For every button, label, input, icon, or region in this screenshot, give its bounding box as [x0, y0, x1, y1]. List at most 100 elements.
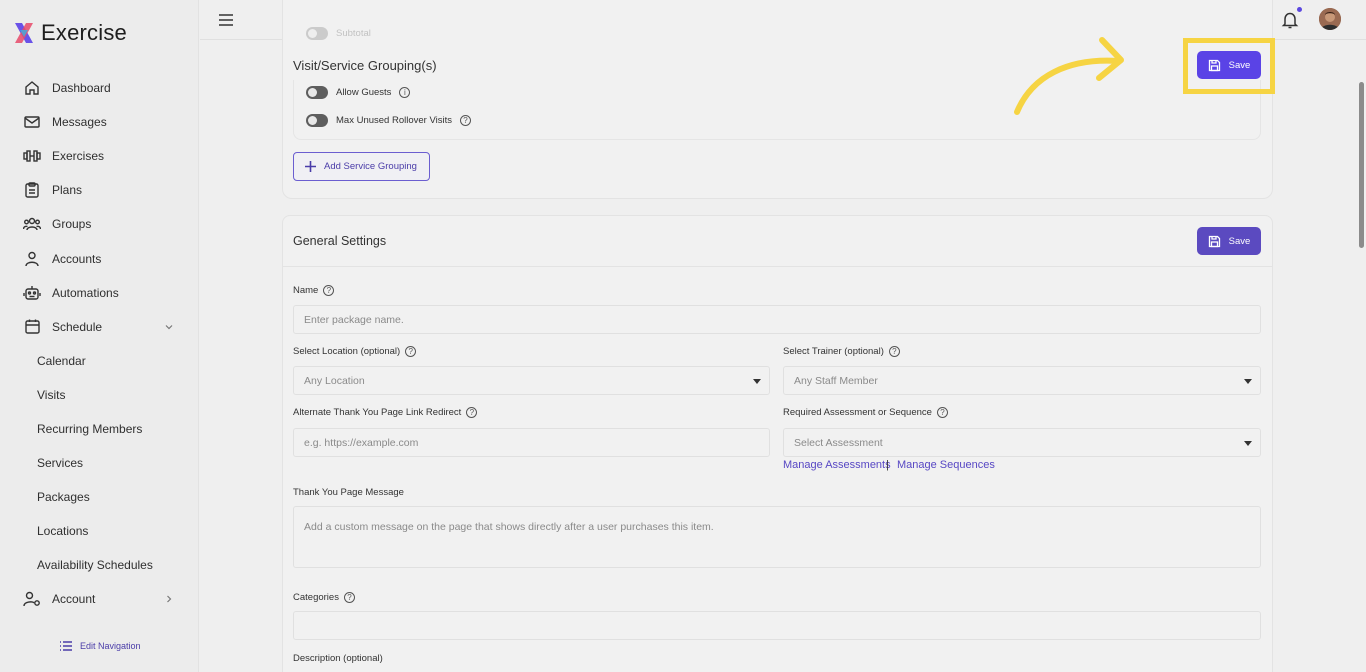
sidebar-item-label: Exercises [52, 149, 105, 164]
dumbbell-icon [23, 147, 41, 165]
categories-input[interactable] [293, 611, 1261, 640]
save-button-general[interactable]: Save [1197, 227, 1261, 255]
thank-you-message-textarea[interactable]: Add a custom message on the page that sh… [293, 506, 1261, 568]
max-rollover-toggle[interactable] [306, 114, 328, 127]
sidebar-item-label: Availability Schedules [37, 558, 153, 573]
allow-guests-row: Allow Guests i [306, 86, 411, 99]
location-label-text: Select Location (optional) [293, 346, 401, 357]
redirect-label: Alternate Thank You Page Link Redirect ? [293, 407, 478, 418]
manage-assessments-link[interactable]: Manage Assessments [783, 459, 891, 471]
brand-name: Exercise [41, 20, 127, 45]
caret-down-icon [1244, 379, 1252, 384]
allow-guests-toggle[interactable] [306, 86, 328, 99]
assessment-select-value: Select Assessment [794, 436, 883, 449]
subtotal-toggle[interactable] [306, 27, 328, 40]
thank-you-label-text: Thank You Page Message [293, 487, 404, 498]
bell-icon[interactable] [1280, 10, 1300, 30]
sidebar-item-label: Dashboard [52, 81, 111, 96]
assessment-select[interactable]: Select Assessment [783, 428, 1261, 457]
general-settings-title: General Settings [293, 234, 387, 248]
sidebar-item-label: Packages [37, 490, 90, 505]
trainer-label: Select Trainer (optional) ? [783, 346, 900, 357]
sidebar-item-label: Automations [52, 285, 119, 300]
chevron-down-icon[interactable] [163, 321, 175, 333]
sidebar-item-exercises[interactable]: Exercises [0, 139, 199, 173]
robot-icon [23, 284, 41, 302]
user-icon [23, 250, 41, 268]
sidebar-item-label: Messages [52, 115, 107, 130]
help-icon[interactable]: ? [888, 346, 900, 357]
sidebar-nav: Dashboard Messages Exercises Plans Group… [0, 71, 199, 617]
calendar-icon [23, 318, 41, 336]
location-select[interactable]: Any Location [293, 366, 770, 395]
page-scrollbar[interactable] [1359, 82, 1364, 248]
brand-logo-icon [15, 23, 33, 43]
sidebar-item-label: Plans [52, 183, 83, 198]
add-service-grouping-label: Add Service Grouping [324, 161, 417, 172]
clipboard-icon [23, 181, 41, 199]
allow-guests-label: Allow Guests [336, 87, 392, 98]
help-icon[interactable]: ? [323, 285, 335, 296]
thank-you-label: Thank You Page Message [293, 487, 404, 498]
sidebar-item-messages[interactable]: Messages [0, 105, 199, 139]
redirect-url-input[interactable]: e.g. https://example.com [293, 428, 770, 457]
help-icon[interactable]: ? [466, 407, 478, 418]
trainer-select[interactable]: Any Staff Member [783, 366, 1261, 395]
list-icon [60, 641, 72, 651]
hamburger-menu-icon[interactable] [217, 11, 235, 29]
help-icon[interactable]: ? [343, 592, 355, 603]
plus-icon [305, 161, 316, 172]
caret-down-icon [753, 379, 761, 384]
sidebar: Exercise Dashboard Messages Exercises Pl… [0, 0, 199, 672]
info-icon[interactable]: i [399, 87, 411, 98]
sidebar-item-services[interactable]: Services [0, 446, 199, 480]
add-service-grouping-button[interactable]: Add Service Grouping [293, 152, 430, 181]
sidebar-item-groups[interactable]: Groups [0, 207, 199, 241]
assessment-label-text: Required Assessment or Sequence [783, 407, 932, 418]
sidebar-item-dashboard[interactable]: Dashboard [0, 71, 199, 105]
sidebar-item-plans[interactable]: Plans [0, 173, 199, 207]
categories-label-text: Categories [293, 592, 339, 603]
sidebar-item-locations[interactable]: Locations [0, 514, 199, 548]
sidebar-item-calendar[interactable]: Calendar [0, 344, 199, 378]
brand[interactable]: Exercise [13, 20, 127, 46]
location-select-value: Any Location [304, 374, 365, 387]
home-icon [23, 79, 41, 97]
sidebar-item-account[interactable]: Account [0, 582, 199, 616]
max-rollover-row: Max Unused Rollover Visits ? [306, 114, 471, 127]
sidebar-item-automations[interactable]: Automations [0, 276, 199, 310]
sidebar-item-packages[interactable]: Packages [0, 480, 199, 514]
mail-icon [23, 113, 41, 131]
description-label: Description (optional) [293, 653, 383, 664]
sidebar-item-label: Accounts [52, 251, 102, 266]
floppy-disk-icon [1208, 235, 1220, 247]
users-icon [23, 215, 41, 233]
package-name-input[interactable]: Enter package name. [293, 305, 1261, 334]
user-avatar[interactable] [1319, 8, 1341, 30]
trainer-select-value: Any Staff Member [794, 374, 878, 387]
sidebar-item-availability-schedules[interactable]: Availability Schedules [0, 548, 199, 582]
redirect-label-text: Alternate Thank You Page Link Redirect [293, 407, 462, 418]
categories-label: Categories ? [293, 592, 355, 603]
subtotal-label: Subtotal [336, 28, 371, 39]
sidebar-item-label: Schedule [52, 319, 103, 334]
sidebar-item-schedule[interactable]: Schedule [0, 310, 199, 344]
sidebar-item-visits[interactable]: Visits [0, 378, 199, 412]
link-separator: | [886, 459, 889, 471]
annotation-arrow-icon [1014, 37, 1124, 115]
location-label: Select Location (optional) ? [293, 346, 417, 357]
sidebar-item-label: Visits [37, 387, 66, 402]
chevron-right-icon[interactable] [163, 593, 175, 605]
help-icon[interactable]: ? [936, 407, 948, 418]
name-label: Name ? [293, 285, 335, 296]
sidebar-item-label: Locations [37, 524, 89, 539]
edit-navigation-link[interactable]: Edit Navigation [59, 640, 141, 652]
manage-sequences-link[interactable]: Manage Sequences [897, 459, 995, 471]
help-icon[interactable]: ? [405, 346, 417, 357]
grouping-title: Visit/Service Grouping(s) [293, 58, 437, 73]
notification-dot [1297, 7, 1302, 12]
sidebar-item-label: Account [52, 592, 96, 607]
sidebar-item-recurring-members[interactable]: Recurring Members [0, 412, 199, 446]
sidebar-item-accounts[interactable]: Accounts [0, 241, 199, 275]
help-icon[interactable]: ? [459, 115, 471, 126]
